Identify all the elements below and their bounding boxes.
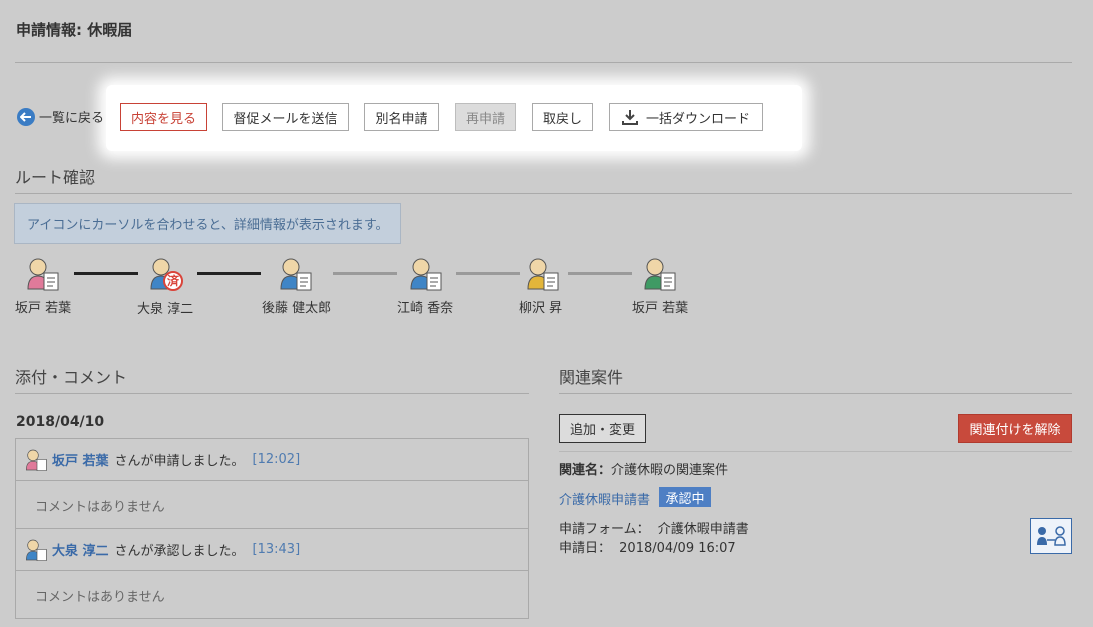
withdraw-button[interactable]: 取戻し	[532, 103, 593, 131]
route-person-1-name: 坂戸 若葉	[15, 301, 72, 316]
list-item: 坂戸 若葉 さんが申請しました。 [12:02]	[16, 439, 528, 480]
route-person-6-icon[interactable]	[643, 256, 677, 292]
related-name-label: 関連名：	[559, 463, 612, 478]
no-comment-text: コメントはありません	[35, 499, 165, 515]
related-date-value: 2018/04/09 16:07	[619, 541, 736, 556]
view-content-button[interactable]: 内容を見る	[120, 103, 207, 131]
attachments-divider	[15, 393, 529, 394]
status-badge: 承認中	[659, 487, 711, 507]
alias-apply-button[interactable]: 別名申請	[364, 103, 439, 131]
comment-date: 2018/04/10	[16, 414, 105, 430]
route-person-6-name: 坂戸 若葉	[632, 301, 689, 316]
related-date-label: 申請日：	[559, 541, 612, 556]
download-icon	[621, 109, 638, 125]
reapply-button[interactable]: 再申請	[455, 103, 516, 131]
route-person-2-name: 大泉 淳二	[137, 302, 194, 317]
comment-user-link[interactable]: 坂戸 若葉	[52, 450, 109, 469]
related-case-link[interactable]: 介護休暇申請書	[559, 489, 650, 508]
comment-user-link[interactable]: 大泉 淳二	[52, 540, 109, 559]
route-person-5-icon[interactable]	[526, 256, 560, 292]
no-comment-text: コメントはありません	[35, 589, 165, 605]
unlink-button[interactable]: 関連付けを解除	[958, 414, 1072, 443]
back-to-list-label: 一覧に戻る	[39, 111, 105, 126]
route-section-title: ルート確認	[15, 168, 96, 187]
related-divider	[559, 393, 1072, 394]
route-person-4-name: 江崎 香奈	[397, 301, 454, 316]
approver-user-icon	[25, 538, 49, 562]
attachments-section-title: 添付・コメント	[15, 368, 128, 387]
list-item: コメントはありません	[16, 571, 528, 619]
page-title: 申請情報: 休暇届	[16, 21, 133, 39]
list-item: コメントはありません	[16, 481, 528, 529]
related-form-value: 介護休暇申請書	[657, 522, 749, 537]
route-person-2-icon[interactable]: 済	[149, 256, 183, 292]
related-name-row: 関連名：介護休暇の関連案件	[559, 459, 728, 478]
related-section-title: 関連案件	[559, 368, 624, 387]
route-person-5-name: 柳沢 昇	[519, 301, 563, 316]
back-arrow-icon	[17, 107, 35, 126]
route-person-3-name: 後藤 健太郎	[262, 301, 332, 316]
route-info-message: アイコンにカーソルを合わせると、詳細情報が表示されます。	[14, 203, 401, 244]
route-connector	[568, 272, 632, 275]
related-form-label: 申請フォーム：	[559, 522, 650, 537]
title-divider	[15, 62, 1072, 63]
comment-time: [13:43]	[252, 542, 301, 557]
route-divider	[15, 193, 1072, 194]
list-item: 大泉 淳二 さんが承認しました。 [13:43]	[16, 529, 528, 570]
related-inner-divider	[559, 451, 1072, 452]
comment-list: 坂戸 若葉 さんが申請しました。 [12:02] コメントはありません 大泉 淳…	[15, 438, 529, 619]
route-connector	[456, 272, 520, 275]
bulk-download-button[interactable]: 一括ダウンロード	[609, 103, 763, 131]
route-connector	[333, 272, 397, 275]
link-users-button[interactable]	[1030, 518, 1072, 554]
bulk-download-label: 一括ダウンロード	[645, 111, 750, 127]
related-date-row: 申請日： 2018/04/09 16:07	[559, 537, 736, 556]
route-connector	[74, 272, 138, 275]
comment-time: [12:02]	[252, 452, 301, 467]
route-person-4-icon[interactable]	[409, 256, 443, 292]
back-to-list-link[interactable]: 一覧に戻る	[17, 107, 104, 126]
add-change-button[interactable]: 追加・変更	[559, 414, 646, 443]
route-connector	[197, 272, 261, 275]
comment-action: さんが申請しました。	[114, 454, 245, 469]
comment-action: さんが承認しました。	[114, 544, 245, 559]
route-person-1-icon[interactable]	[26, 256, 60, 292]
linked-users-icon	[1036, 525, 1066, 547]
applicant-user-icon	[25, 448, 49, 472]
send-reminder-button[interactable]: 督促メールを送信	[222, 103, 349, 131]
approved-stamp: 済	[167, 274, 180, 288]
related-form-row: 申請フォーム： 介護休暇申請書	[559, 518, 749, 537]
related-name-value: 介護休暇の関連案件	[611, 463, 729, 478]
route-person-3-icon[interactable]	[279, 256, 313, 292]
